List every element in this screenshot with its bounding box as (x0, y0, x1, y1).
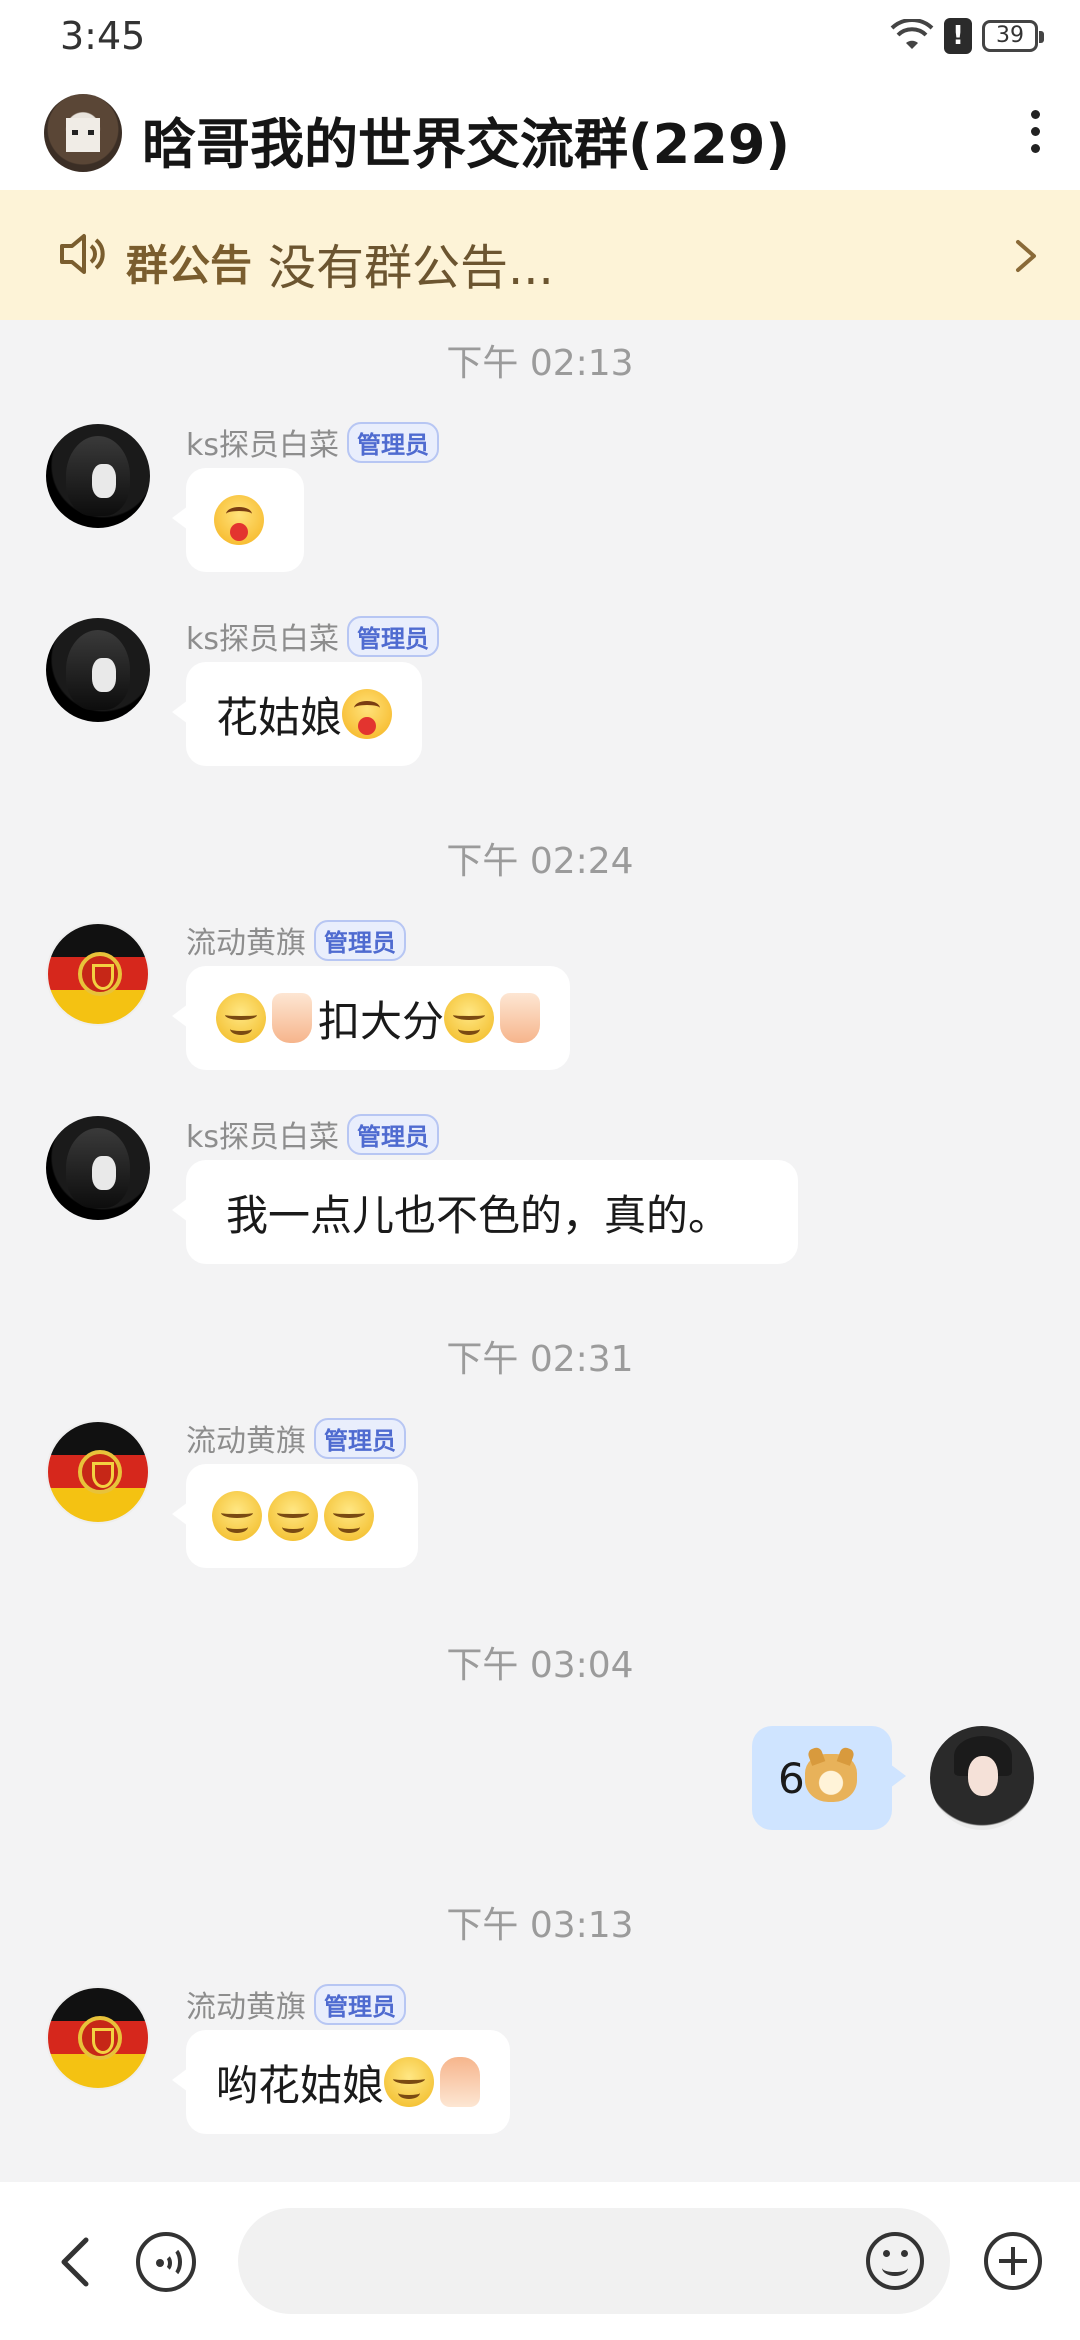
message-text: 扣大分 (318, 996, 445, 1046)
status-icons: ! 39 (890, 18, 1044, 54)
smug-face-emoji-icon (216, 993, 266, 1043)
message-bubble[interactable] (172, 468, 304, 572)
sender-name[interactable]: ks探员白菜 (186, 614, 339, 658)
message-text: 花姑娘 (216, 692, 343, 742)
dot-icon (1030, 127, 1040, 136)
chat-header: 晗哥我的世界交流群(229) (0, 80, 1080, 190)
my-message-bubble[interactable]: 6 (752, 1726, 906, 1830)
timestamp: 下午 02:31 (446, 1339, 634, 1380)
thumbs-up-emoji-icon (440, 2057, 481, 2107)
back-arrow-icon[interactable] (52, 2234, 96, 2290)
admin-badge: 管理员 (314, 1983, 406, 2025)
timestamp: 下午 03:13 (446, 1905, 634, 1946)
smug-face-emoji-icon (384, 2057, 435, 2107)
sender-name[interactable]: 流动黄旗 (186, 1982, 306, 2026)
thumbs-down-emoji-icon (500, 993, 541, 1043)
admin-badge: 管理员 (347, 615, 440, 657)
chevron-right-icon (1016, 240, 1036, 272)
smug-face-emoji-icon (268, 1491, 318, 1541)
message-input[interactable] (238, 2208, 950, 2314)
group-title[interactable]: 晗哥我的世界交流群(229) (142, 100, 790, 179)
more-options-button[interactable] (1020, 104, 1050, 168)
smug-face-emoji-icon (324, 1491, 374, 1541)
smug-face-emoji-icon (212, 1491, 262, 1541)
message-bubble[interactable]: 花姑娘 (171, 662, 423, 766)
avatar[interactable] (46, 424, 150, 528)
message-bubble[interactable]: 我一点儿也不色的，真的。 (172, 1160, 798, 1264)
timestamp: 下午 02:13 (446, 343, 634, 384)
status-bar: 3:45 ! 39 (0, 0, 1080, 80)
group-announcement-bar[interactable]: 群公告 没有群公告... (0, 190, 1080, 320)
message-bubble[interactable]: 扣大分 (171, 966, 571, 1070)
sender-name[interactable]: ks探员白菜 (186, 1112, 339, 1156)
message-input-bar (0, 2182, 1080, 2340)
admin-badge: 管理员 (347, 421, 440, 463)
dot-icon (1030, 144, 1040, 153)
sender-name[interactable]: 流动黄旗 (186, 918, 306, 962)
admin-badge: 管理员 (314, 1417, 406, 1459)
doge-emoji-icon (804, 1754, 857, 1802)
timestamp: 下午 02:24 (446, 841, 634, 882)
message-bubble[interactable] (172, 1464, 418, 1568)
sender-name[interactable]: ks探员白菜 (186, 420, 339, 464)
smug-face-emoji-icon (444, 993, 495, 1043)
group-avatar[interactable] (44, 94, 122, 172)
avatar[interactable] (46, 618, 150, 722)
sender-row: ks探员白菜 管理员 (186, 614, 440, 658)
sender-row: ks探员白菜 管理员 (186, 420, 440, 464)
announcement-label: 群公告 (126, 241, 253, 290)
sender-row: 流动黄旗 管理员 (186, 1982, 406, 2026)
speaker-icon (60, 234, 105, 274)
status-time: 3:45 (60, 14, 146, 58)
sender-row: 流动黄旗 管理员 (186, 1416, 406, 1460)
wifi-icon (890, 19, 934, 49)
timestamp: 下午 03:04 (446, 1645, 634, 1686)
emoji-picker-button[interactable] (866, 2232, 924, 2290)
message-text: 哟花姑娘 (216, 2060, 385, 2110)
avatar[interactable] (46, 922, 150, 1026)
admin-badge: 管理员 (314, 919, 406, 961)
alert-icon: ! (944, 18, 972, 54)
message-bubble[interactable]: 哟花姑娘 (171, 2030, 511, 2134)
avatar[interactable] (46, 1420, 150, 1524)
tongue-out-emoji-icon (342, 689, 393, 739)
voice-input-button[interactable] (136, 2232, 196, 2292)
sender-row: 流动黄旗 管理员 (186, 918, 406, 962)
tongue-out-emoji-icon (214, 495, 264, 545)
sender-name[interactable]: 流动黄旗 (186, 1416, 306, 1460)
dot-icon (1030, 110, 1040, 119)
admin-badge: 管理员 (347, 1113, 440, 1155)
message-text: 我一点儿也不色的，真的。 (226, 1190, 731, 1240)
thumbs-down-emoji-icon (272, 993, 312, 1043)
my-avatar[interactable] (930, 1726, 1034, 1830)
avatar[interactable] (46, 1986, 150, 2090)
avatar[interactable] (46, 1116, 150, 1220)
message-text: 6 (778, 1753, 805, 1803)
sender-row: ks探员白菜 管理员 (186, 1112, 440, 1156)
announcement-text: 没有群公告... (268, 240, 554, 296)
battery-icon: 39 (982, 20, 1044, 52)
add-attachment-button[interactable] (984, 2232, 1042, 2290)
